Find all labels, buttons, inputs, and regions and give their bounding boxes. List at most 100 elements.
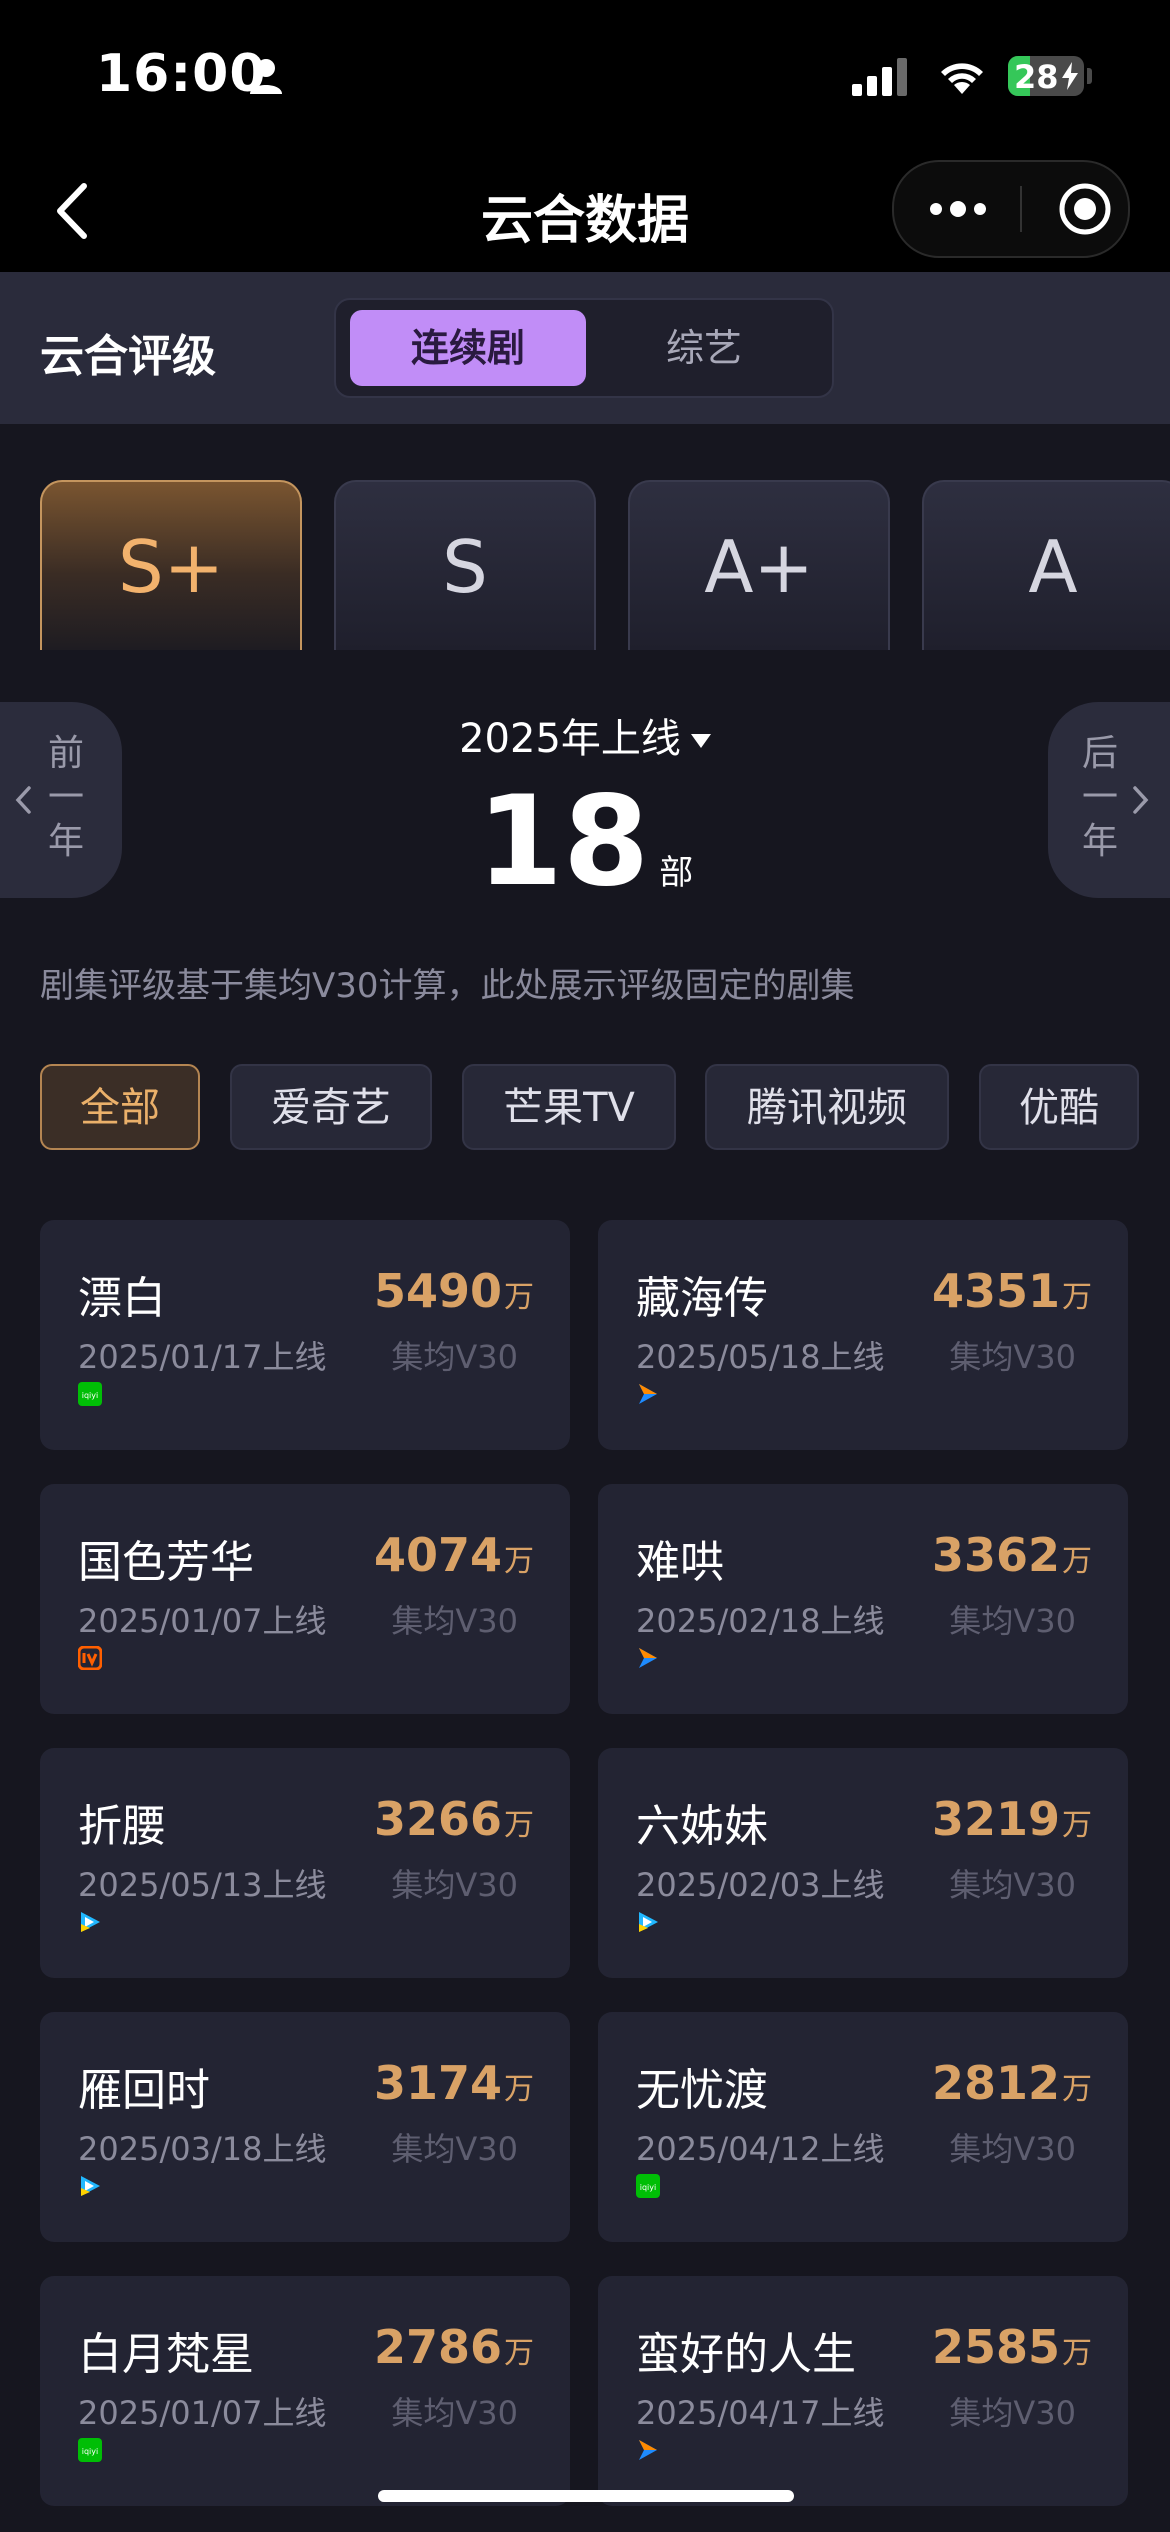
status-time: 16:00 (96, 44, 267, 104)
release-date: 2025/01/17上线 (78, 1338, 327, 1376)
filter-tencent[interactable]: 腾讯视频 (705, 1064, 949, 1150)
v30-value: 2786万 (373, 2320, 534, 2374)
release-date: 2025/05/18上线 (636, 1338, 885, 1376)
year-selector[interactable]: 2025年上线 (0, 706, 1170, 764)
release-date: 2025/03/18上线 (78, 2130, 327, 2168)
v30-value: 2585万 (931, 2320, 1092, 2374)
battery-level: 28 (1014, 58, 1059, 96)
count-unit: 部 (659, 853, 694, 893)
metric-label: 集均V30 (391, 1602, 518, 1640)
youku-icon (636, 1646, 660, 1670)
drama-card[interactable]: 藏海传 2025/05/18上线 4351万集均V30 (598, 1220, 1128, 1450)
drama-card[interactable]: 难哄 2025/02/18上线 3362万集均V30 (598, 1484, 1128, 1714)
metric-label: 集均V30 (391, 2130, 518, 2168)
drama-title: 漂白 (78, 1273, 166, 1324)
release-date: 2025/02/18上线 (636, 1602, 885, 1640)
home-indicator (378, 2490, 794, 2502)
year-label: 2025年上线 (459, 716, 681, 762)
drama-title: 折腰 (78, 1801, 166, 1852)
v30-value: 4351万 (931, 1264, 1092, 1318)
release-date: 2025/02/03上线 (636, 1866, 885, 1904)
close-target-icon[interactable] (1058, 182, 1112, 236)
rating-header: 云合评级 连续剧 综艺 (0, 272, 1170, 424)
v30-value: 3219万 (931, 1792, 1092, 1846)
mini-program-capsule (892, 160, 1130, 258)
v30-value: 4074万 (373, 1528, 534, 1582)
metric-label: 集均V30 (949, 1602, 1076, 1640)
release-date: 2025/01/07上线 (78, 1602, 327, 1640)
drama-card[interactable]: 蛮好的人生 2025/04/17上线 2585万集均V30 (598, 2276, 1128, 2506)
drama-card[interactable]: 国色芳华 2025/01/07上线 4074万集均V30 (40, 1484, 570, 1714)
tencent-video-icon (78, 1910, 102, 1934)
v30-value: 3174万 (373, 2056, 534, 2110)
filter-mangotv[interactable]: 芒果TV (462, 1064, 676, 1150)
release-date: 2025/04/12上线 (636, 2130, 885, 2168)
mangotv-icon (77, 1645, 103, 1671)
charging-bolt-icon (1062, 62, 1078, 90)
youku-icon (636, 2438, 660, 2462)
iqiyi-icon: iqiyi (78, 2438, 102, 2462)
drama-title: 白月梵星 (78, 2329, 254, 2380)
metric-label: 集均V30 (391, 2394, 518, 2432)
caret-down-icon (690, 734, 711, 748)
rating-note: 剧集评级基于集均V30计算，此处展示评级固定的剧集 (40, 966, 855, 1006)
svg-text:iqiyi: iqiyi (82, 2447, 98, 2456)
grade-tab-s-plus[interactable]: S+ (40, 480, 302, 650)
signal-icon (852, 58, 907, 96)
release-date: 2025/01/07上线 (78, 2394, 327, 2432)
tab-variety[interactable]: 综艺 (586, 310, 822, 386)
youku-icon (636, 1382, 660, 1406)
iqiyi-icon: iqiyi (636, 2174, 660, 2198)
drama-card[interactable]: 折腰 2025/05/13上线 3266万集均V30 (40, 1748, 570, 1978)
grade-tab-a-plus[interactable]: A+ (628, 480, 890, 650)
drama-count: 18 部 (0, 770, 1170, 914)
tencent-video-icon (636, 1910, 660, 1934)
v30-value: 2812万 (931, 2056, 1092, 2110)
drama-title: 六姊妹 (636, 1801, 768, 1852)
count-value: 18 (476, 770, 650, 914)
drama-card[interactable]: 无忧渡 2025/04/12上线 iqiyi 2812万集均V30 (598, 2012, 1128, 2242)
drama-title: 难哄 (636, 1537, 724, 1588)
drama-title: 无忧渡 (636, 2065, 768, 2116)
wifi-icon (941, 63, 983, 94)
drama-title: 雁回时 (78, 2065, 210, 2116)
battery-icon: 28 (1008, 56, 1084, 96)
release-date: 2025/04/17上线 (636, 2394, 885, 2432)
drama-title: 国色芳华 (78, 1537, 254, 1588)
next-year-button[interactable]: 后 一 年 (1048, 702, 1170, 898)
filter-youku[interactable]: 优酷 (979, 1064, 1139, 1150)
metric-label: 集均V30 (949, 1866, 1076, 1904)
metric-label: 集均V30 (949, 1338, 1076, 1376)
release-date: 2025/05/13上线 (78, 1866, 327, 1904)
v30-value: 5490万 (373, 1264, 534, 1318)
grade-tabs: S+ S A+ A (0, 480, 1170, 650)
person-icon (250, 59, 282, 94)
svg-text:iqiyi: iqiyi (82, 1391, 98, 1400)
drama-title: 蛮好的人生 (636, 2329, 856, 2380)
drama-card[interactable]: 白月梵星 2025/01/07上线 iqiyi 2786万集均V30 (40, 2276, 570, 2506)
drama-title: 藏海传 (636, 1273, 768, 1324)
filter-iqiyi[interactable]: 爱奇艺 (230, 1064, 432, 1150)
iqiyi-icon: iqiyi (78, 1382, 102, 1406)
metric-label: 集均V30 (949, 2130, 1076, 2168)
chevron-right-icon (1133, 786, 1149, 814)
tab-drama[interactable]: 连续剧 (350, 310, 586, 386)
drama-card[interactable]: 六姊妹 2025/02/03上线 3219万集均V30 (598, 1748, 1128, 1978)
tencent-video-icon (78, 2174, 102, 2198)
metric-label: 集均V30 (391, 1338, 518, 1376)
filter-all[interactable]: 全部 (40, 1064, 200, 1150)
platform-filters: 全部 爱奇艺 芒果TV 腾讯视频 优酷 (0, 1064, 1170, 1154)
v30-value: 3266万 (373, 1792, 534, 1846)
grade-tab-s[interactable]: S (334, 480, 596, 650)
grade-tab-a[interactable]: A (922, 480, 1170, 650)
v30-value: 3362万 (931, 1528, 1092, 1582)
svg-text:iqiyi: iqiyi (640, 2183, 656, 2192)
drama-card[interactable]: 漂白 2025/01/17上线 iqiyi 5490万集均V30 (40, 1220, 570, 1450)
nav-bar: 云合数据 (0, 150, 1170, 272)
metric-label: 集均V30 (949, 2394, 1076, 2432)
more-icon[interactable] (928, 196, 988, 222)
metric-label: 集均V30 (391, 1866, 518, 1904)
status-bar: 16:00 28 (0, 0, 1170, 150)
rating-title: 云合评级 (40, 331, 216, 382)
drama-card[interactable]: 雁回时 2025/03/18上线 3174万集均V30 (40, 2012, 570, 2242)
